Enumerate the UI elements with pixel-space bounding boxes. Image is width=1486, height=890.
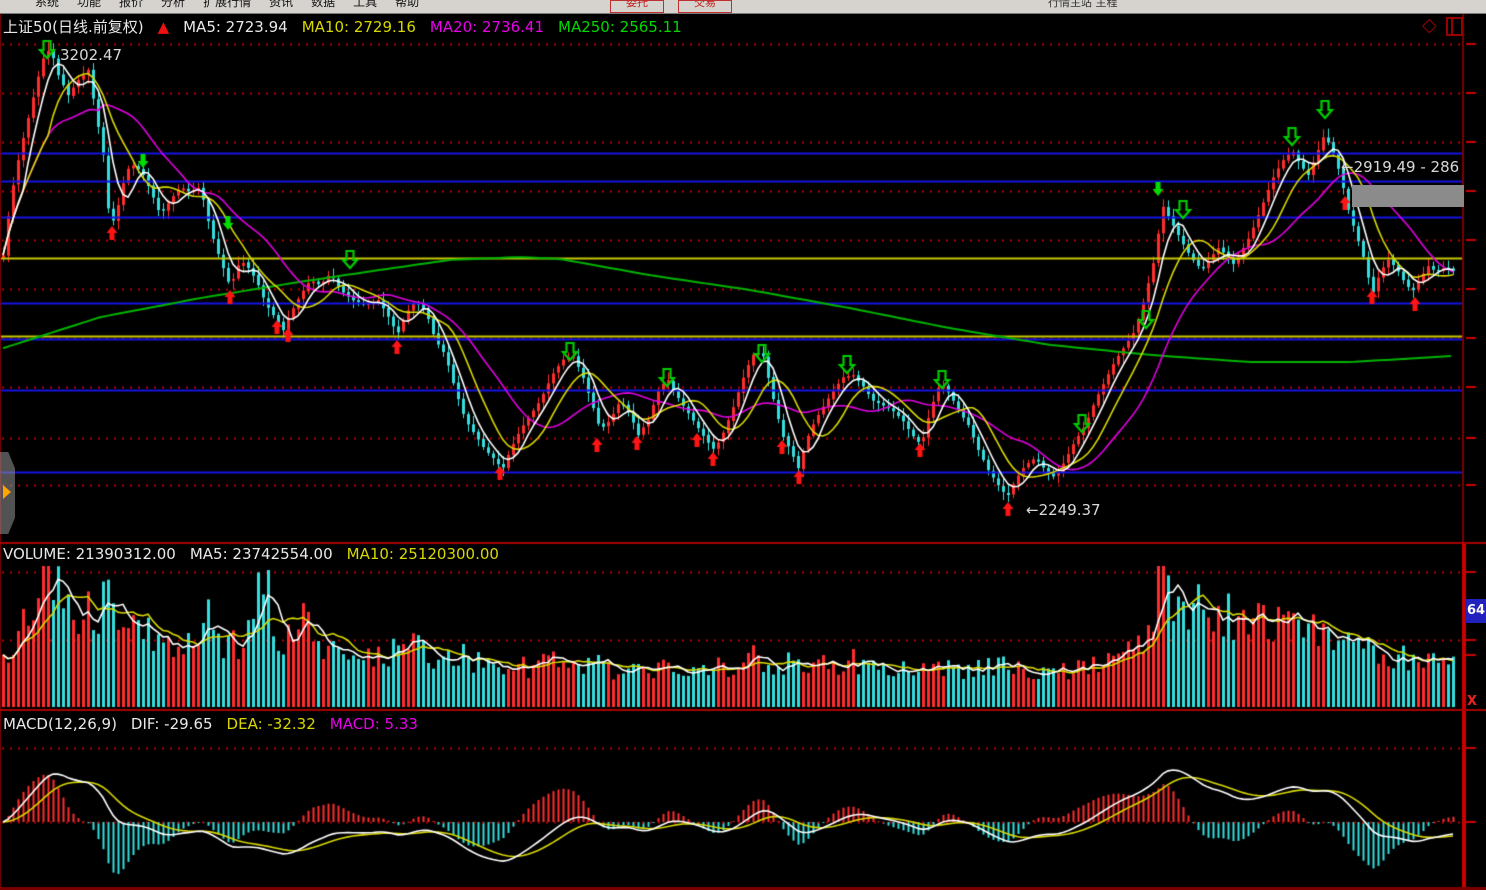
panel-close-x[interactable]: X	[1467, 694, 1477, 709]
menu-item-quote[interactable]: 报价	[110, 0, 152, 10]
sidebar-slide-handle[interactable]	[0, 452, 15, 534]
dif-value: DIF: -29.65	[131, 715, 213, 733]
split-layout-icon[interactable]	[1446, 17, 1463, 36]
trough-price-label: ←2249.37	[1026, 501, 1101, 519]
up-arrow-icon: ▲	[158, 18, 170, 36]
volume-header: VOLUME: 21390312.00 MA5: 23742554.00 MA10:…	[3, 545, 513, 563]
broker-button[interactable]: 委托	[610, 0, 664, 13]
ma10-value: MA10: 2729.16	[302, 18, 416, 36]
vol-ma5-value: MA5: 23742554.00	[190, 545, 333, 563]
vol-ma10-value: MA10: 25120300.00	[347, 545, 499, 563]
menu-item-help[interactable]: 帮助	[386, 0, 428, 10]
bar-count-badge[interactable]: 64	[1466, 599, 1486, 623]
menu-item-news[interactable]: 资讯	[260, 0, 302, 10]
expand-arrow-icon	[3, 485, 11, 499]
menu-item-extended[interactable]: 扩展行情	[194, 0, 260, 10]
diamond-icon[interactable]: ◇	[1422, 16, 1437, 35]
trading-terminal: 系统功能报价分析扩展行情资讯数据工具帮助 委托 交易 行情主站 主程 上证50(…	[0, 0, 1486, 890]
macd-value: MACD: 5.33	[330, 715, 418, 733]
menu-items: 系统功能报价分析扩展行情资讯数据工具帮助	[26, 0, 428, 10]
symbol-title: 上证50(日线.前复权)	[3, 18, 144, 36]
macd-header: MACD(12,26,9) DIF: -29.65 DEA: -32.32 MACD:…	[3, 715, 432, 733]
volume-value: VOLUME: 21390312.00	[3, 545, 176, 563]
menu-item-tools[interactable]: 工具	[344, 0, 386, 10]
menu-item-system[interactable]: 系统	[26, 0, 68, 10]
menu-right-status: 行情主站 主程	[1048, 0, 1118, 10]
trade-button[interactable]: 交易	[678, 0, 732, 13]
chart-canvas[interactable]	[0, 0, 1486, 890]
macd-name: MACD(12,26,9)	[3, 715, 117, 733]
menu-item-analysis[interactable]: 分析	[152, 0, 194, 10]
level-price-label: ←2919.49 - 286	[1341, 158, 1459, 176]
ma5-value: MA5: 2723.94	[183, 18, 288, 36]
menu-bar: 系统功能报价分析扩展行情资讯数据工具帮助 委托 交易 行情主站 主程	[0, 0, 1486, 14]
ma250-value: MA250: 2565.11	[558, 18, 682, 36]
main-chart-header: 上证50(日线.前复权) ▲ MA5: 2723.94 MA10: 2729.16 MA…	[3, 16, 696, 37]
dea-value: DEA: -32.32	[227, 715, 316, 733]
peak-price-label: 3202.47	[60, 46, 122, 64]
level-highlight-box	[1352, 185, 1464, 207]
menu-item-data[interactable]: 数据	[302, 0, 344, 10]
menu-item-function[interactable]: 功能	[68, 0, 110, 10]
ma20-value: MA20: 2736.41	[430, 18, 544, 36]
